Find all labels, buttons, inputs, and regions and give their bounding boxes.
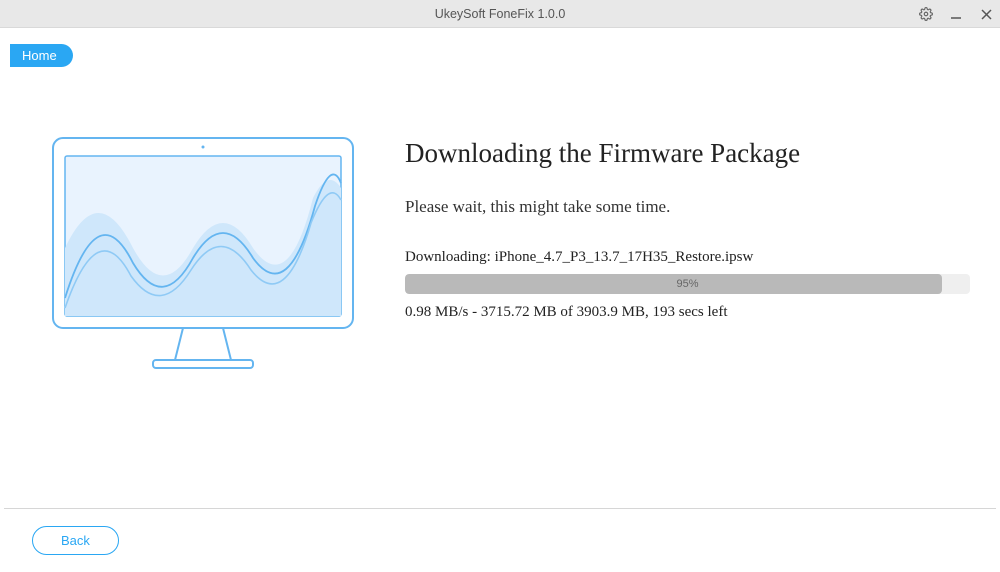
home-button[interactable]: Home [10, 44, 73, 67]
progress-percent-label: 95% [405, 274, 970, 294]
progress-bar: 95% [405, 274, 970, 294]
close-icon[interactable] [978, 6, 994, 22]
footer-bar: Back [4, 508, 996, 572]
settings-icon[interactable] [918, 6, 934, 22]
download-info: Downloading the Firmware Package Please … [375, 118, 970, 502]
title-bar: UkeySoft FoneFix 1.0.0 [0, 0, 1000, 28]
download-filename: Downloading: iPhone_4.7_P3_13.7_17H35_Re… [405, 249, 970, 266]
download-stats: 0.98 MB/s - 3715.72 MB of 3903.9 MB, 193… [405, 304, 970, 321]
window-title: UkeySoft FoneFix 1.0.0 [435, 7, 566, 21]
minimize-icon[interactable] [948, 6, 964, 22]
window-controls [918, 0, 994, 28]
back-button[interactable]: Back [32, 526, 119, 555]
monitor-illustration [30, 118, 375, 502]
page-subheading: Please wait, this might take some time. [405, 197, 970, 217]
main-content: Downloading the Firmware Package Please … [0, 28, 1000, 502]
page-heading: Downloading the Firmware Package [405, 138, 970, 169]
